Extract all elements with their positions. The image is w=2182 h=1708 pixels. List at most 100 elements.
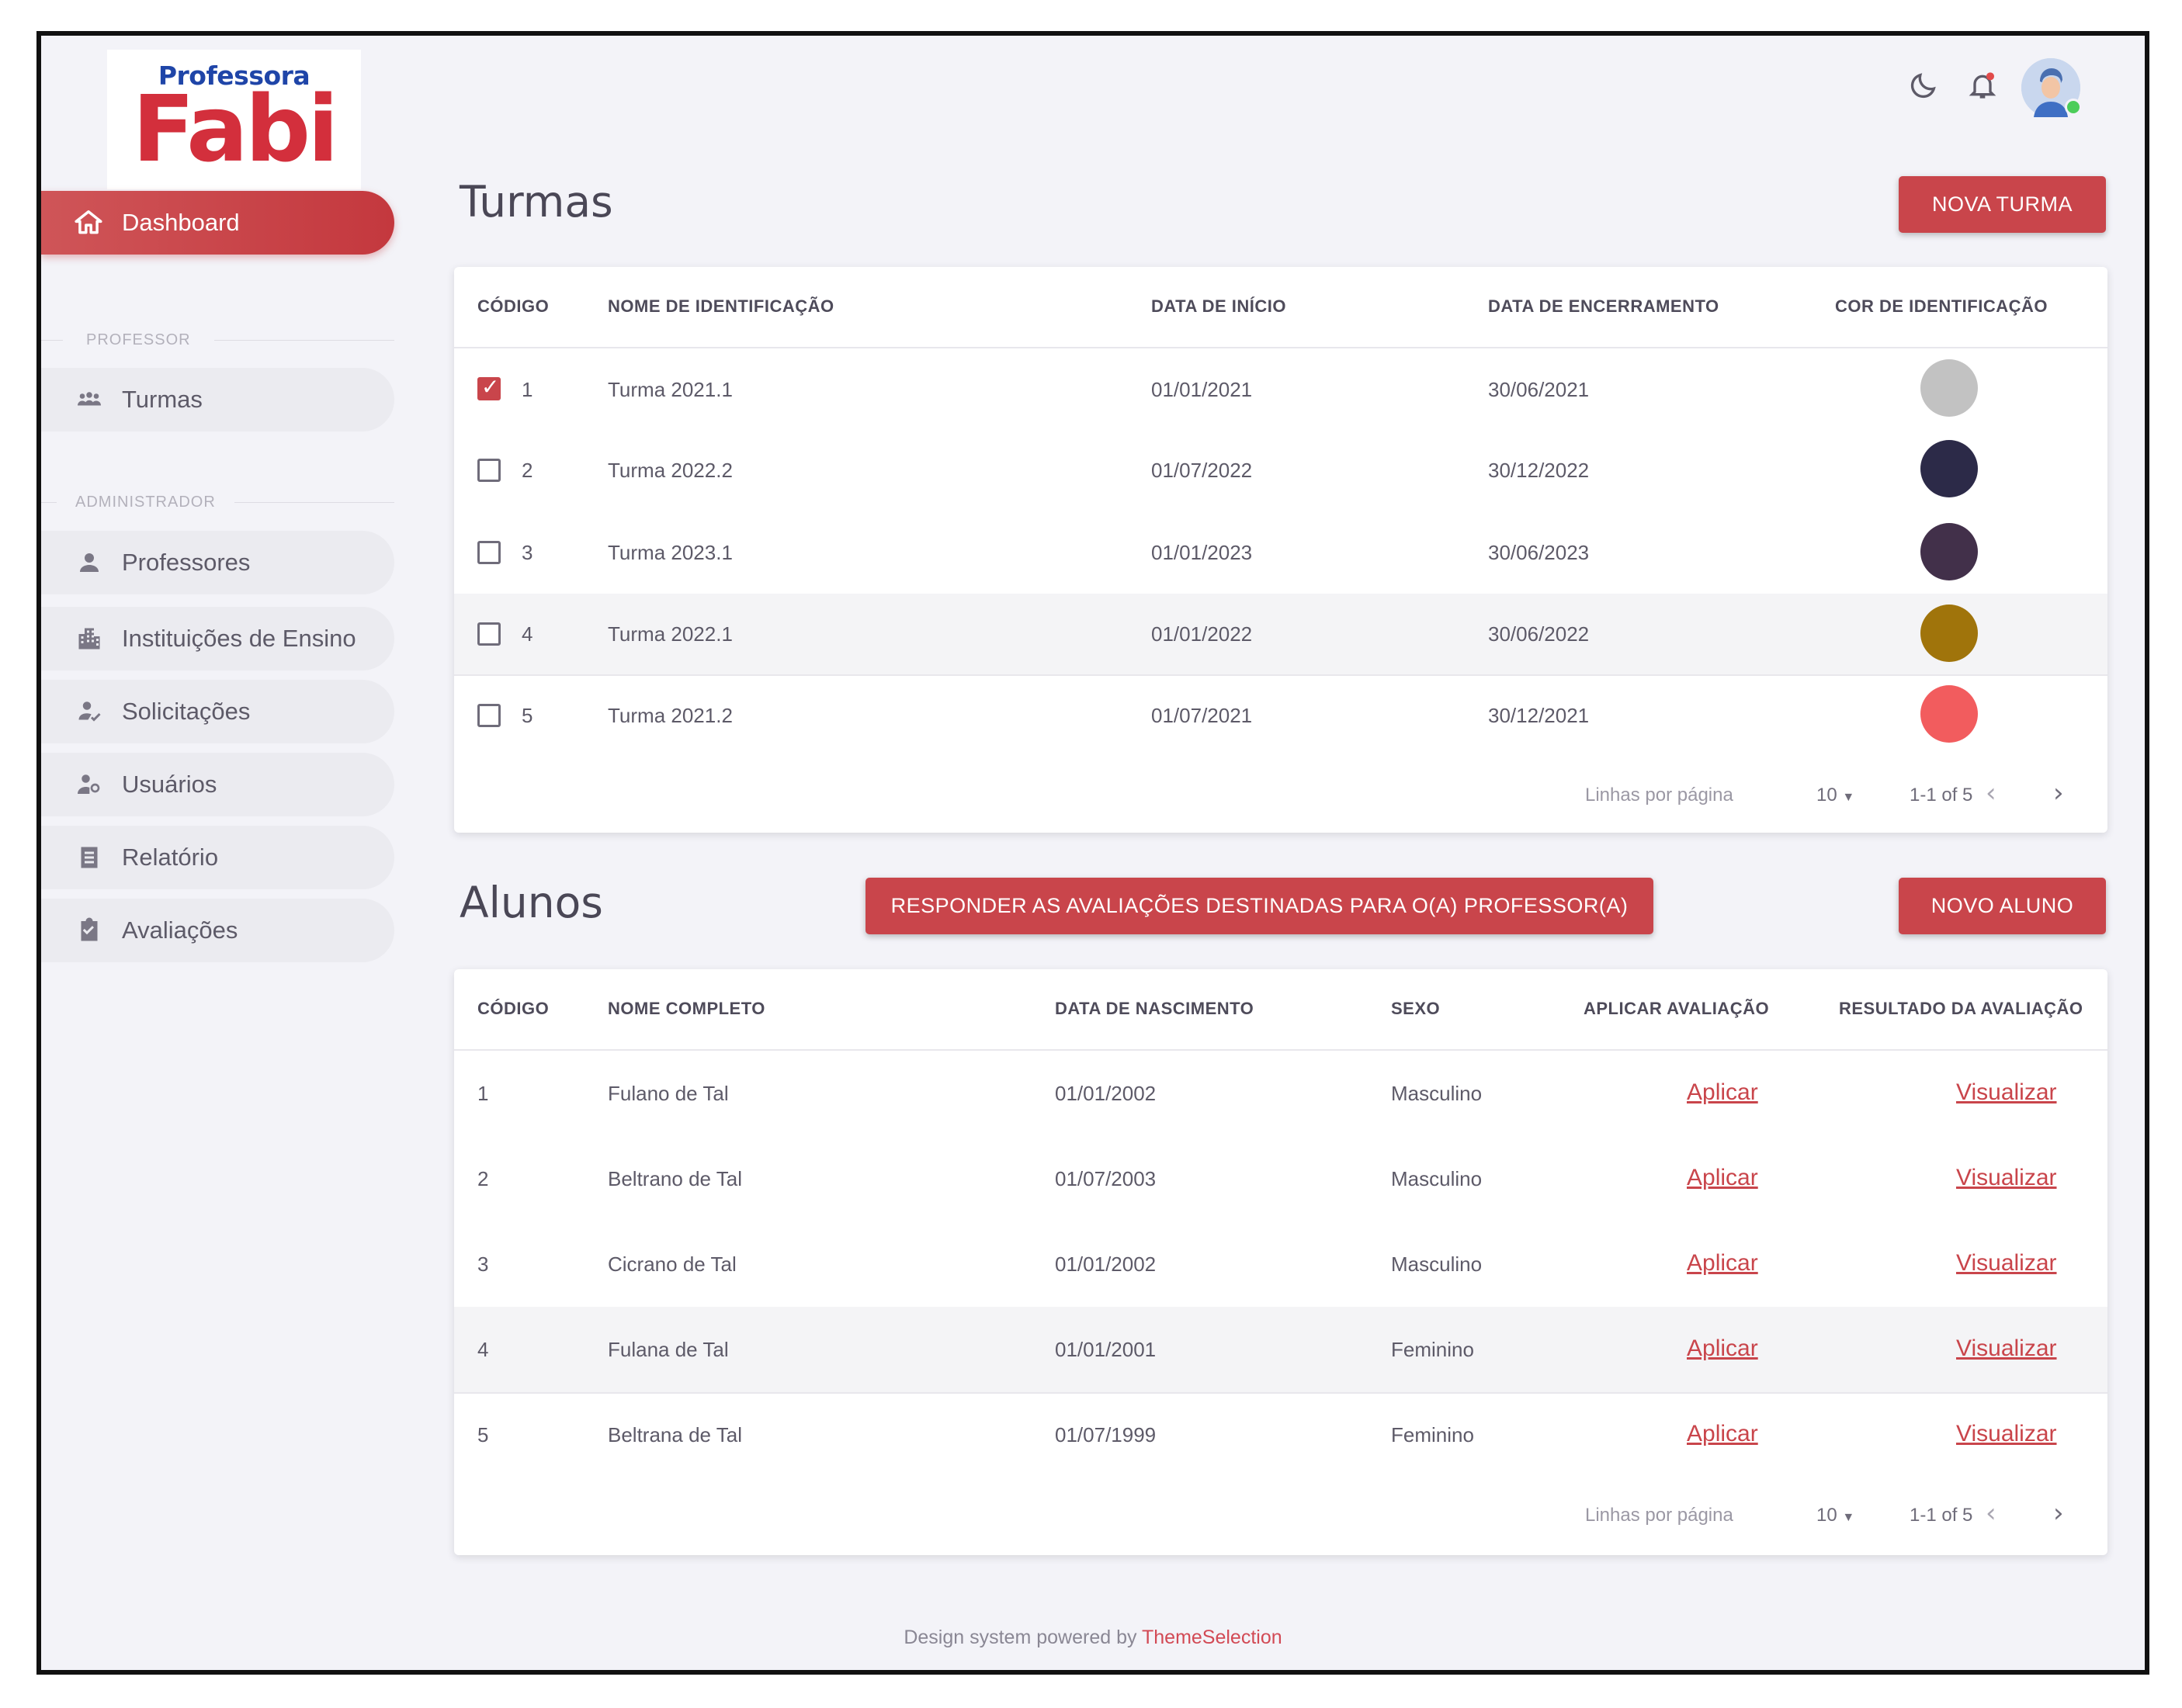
- aplicar-link[interactable]: Aplicar: [1687, 1165, 1758, 1191]
- notifications-button[interactable]: [1964, 67, 2001, 104]
- cell-name: Turma 2021.1: [608, 378, 733, 401]
- column-header[interactable]: CÓDIGO: [477, 999, 549, 1019]
- table-row[interactable]: 5 Turma 2021.2 01/07/2021 30/12/2021: [454, 676, 2107, 757]
- divider: [41, 501, 57, 503]
- sidebar-item-label: Solicitações: [122, 698, 251, 725]
- home-icon: [75, 210, 102, 234]
- divider: [213, 339, 394, 341]
- cell-code: 2: [477, 1167, 489, 1190]
- cell-end: 30/06/2023: [1488, 541, 1590, 564]
- row-checkbox[interactable]: [477, 704, 501, 727]
- cell-name: Beltrana de Tal: [608, 1423, 742, 1446]
- row-checkbox[interactable]: [477, 622, 501, 646]
- sidebar-item-solicitacoes[interactable]: Solicitações: [41, 680, 394, 743]
- person-check-icon: [74, 696, 105, 727]
- visualizar-link[interactable]: Visualizar: [1956, 1421, 2057, 1447]
- table-row[interactable]: 1 Fulano de Tal 01/01/2002 Masculino Apl…: [454, 1051, 2107, 1136]
- aplicar-link[interactable]: Aplicar: [1687, 1250, 1758, 1277]
- aplicar-link[interactable]: Aplicar: [1687, 1336, 1758, 1362]
- moon-icon: [1910, 73, 1936, 99]
- visualizar-link[interactable]: Visualizar: [1956, 1250, 2057, 1277]
- cell-birth: 01/01/2002: [1055, 1082, 1157, 1105]
- chevron-down-icon: ▼: [1842, 791, 1855, 804]
- sidebar-item-label: Usuários: [122, 771, 217, 798]
- column-header[interactable]: DATA DE NASCIMENTO: [1055, 999, 1254, 1019]
- cell-name: Beltrano de Tal: [608, 1167, 742, 1190]
- table-row[interactable]: 2 Turma 2022.2 01/07/2022 30/12/2022: [454, 429, 2107, 510]
- color-swatch: [1920, 685, 1978, 743]
- pagination-range: 1-1 of 5: [1910, 1505, 1973, 1526]
- alunos-table: CÓDIGO NOME COMPLETO DATA DE NASCIMENTO …: [454, 969, 2107, 1555]
- table-row[interactable]: 3 Turma 2023.1 01/01/2023 30/06/2023: [454, 510, 2107, 594]
- table-row[interactable]: 1 Turma 2021.1 01/01/2021 30/06/2021: [454, 348, 2107, 429]
- next-page-button[interactable]: ›: [2053, 1498, 2064, 1529]
- previous-page-button[interactable]: ‹: [1986, 778, 1996, 809]
- avatar[interactable]: [2021, 58, 2082, 117]
- rows-per-page-value: 10: [1816, 785, 1837, 805]
- divider: [234, 501, 394, 503]
- aplicar-link[interactable]: Aplicar: [1687, 1079, 1758, 1106]
- cell-sex: Masculino: [1391, 1252, 1483, 1276]
- cell-code: 2: [522, 459, 533, 482]
- sidebar-item-dashboard[interactable]: Dashboard: [41, 191, 394, 255]
- person-icon: [74, 547, 105, 578]
- column-header[interactable]: APLICAR AVALIAÇÃO: [1584, 999, 1769, 1019]
- column-header[interactable]: DATA DE ENCERRAMENTO: [1488, 296, 1719, 317]
- cell-birth: 01/07/1999: [1055, 1423, 1157, 1446]
- table-row[interactable]: 2 Beltrano de Tal 01/07/2003 Masculino A…: [454, 1136, 2107, 1221]
- sidebar-item-usuarios[interactable]: Usuários: [41, 753, 394, 816]
- footer-brand-link[interactable]: ThemeSelection: [1142, 1627, 1282, 1648]
- visualizar-link[interactable]: Visualizar: [1956, 1336, 2057, 1362]
- row-checkbox[interactable]: [477, 541, 501, 564]
- cell-name: Turma 2023.1: [608, 541, 733, 564]
- responder-avaliacoes-button[interactable]: RESPONDER AS AVALIAÇÕES DESTINADAS PARA …: [866, 878, 1653, 934]
- divider: [41, 339, 63, 341]
- cell-name: Fulana de Tal: [608, 1338, 729, 1361]
- novo-aluno-button[interactable]: NOVO ALUNO: [1899, 878, 2106, 934]
- sidebar-item-professores[interactable]: Professores: [41, 531, 394, 594]
- cell-start: 01/01/2021: [1151, 378, 1253, 401]
- row-checkbox[interactable]: [477, 374, 501, 400]
- next-page-button[interactable]: ›: [2053, 778, 2064, 809]
- sidebar-item-label: Relatório: [122, 844, 219, 871]
- sidebar-item-instituicoes[interactable]: Instituições de Ensino: [41, 607, 394, 670]
- table-row[interactable]: 4 Turma 2022.1 01/01/2022 30/06/2022: [454, 594, 2107, 674]
- sidebar-item-label: Avaliações: [122, 916, 238, 944]
- rows-per-page-label: Linhas por página: [1585, 1505, 1733, 1526]
- table-row[interactable]: 4 Fulana de Tal 01/01/2001 Feminino Apli…: [454, 1307, 2107, 1392]
- visualizar-link[interactable]: Visualizar: [1956, 1165, 2057, 1191]
- column-header[interactable]: NOME COMPLETO: [608, 999, 765, 1019]
- column-header[interactable]: RESULTADO DA AVALIAÇÃO: [1839, 999, 2083, 1019]
- rows-per-page-select[interactable]: 10 ▼: [1816, 785, 1854, 806]
- cell-code: 3: [477, 1252, 489, 1276]
- sidebar-item-avaliacoes[interactable]: Avaliações: [41, 899, 394, 962]
- row-checkbox[interactable]: [477, 459, 501, 482]
- rows-per-page-value: 10: [1816, 1505, 1837, 1526]
- cell-sex: Masculino: [1391, 1082, 1483, 1105]
- column-header[interactable]: NOME DE IDENTIFICAÇÃO: [608, 296, 834, 317]
- logo-line-2: Fabi: [132, 75, 338, 182]
- table-row[interactable]: 5 Beltrana de Tal 01/07/1999 Feminino Ap…: [454, 1394, 2107, 1479]
- column-header[interactable]: COR DE IDENTIFICAÇÃO: [1835, 296, 2048, 317]
- cell-start: 01/01/2022: [1151, 622, 1253, 646]
- aplicar-link[interactable]: Aplicar: [1687, 1421, 1758, 1447]
- rows-per-page-select[interactable]: 10 ▼: [1816, 1505, 1854, 1526]
- sidebar-item-turmas[interactable]: Turmas: [41, 368, 394, 431]
- dark-mode-toggle[interactable]: [1905, 67, 1942, 104]
- alunos-title: Alunos: [460, 878, 603, 927]
- column-header[interactable]: SEXO: [1391, 999, 1440, 1019]
- table-row[interactable]: 3 Cicrano de Tal 01/01/2002 Masculino Ap…: [454, 1221, 2107, 1307]
- color-swatch: [1920, 359, 1978, 417]
- previous-page-button[interactable]: ‹: [1986, 1498, 1996, 1529]
- column-header[interactable]: DATA DE INÍCIO: [1151, 296, 1286, 317]
- cell-code: 1: [477, 1082, 489, 1105]
- cell-code: 1: [522, 378, 533, 401]
- sidebar-item-relatorio[interactable]: Relatório: [41, 826, 394, 889]
- cell-birth: 01/07/2003: [1055, 1167, 1157, 1190]
- users-icon: [74, 769, 105, 800]
- cell-end: 30/06/2022: [1488, 622, 1590, 646]
- nova-turma-button[interactable]: NOVA TURMA: [1899, 176, 2106, 233]
- visualizar-link[interactable]: Visualizar: [1956, 1079, 2057, 1106]
- column-header[interactable]: CÓDIGO: [477, 296, 549, 317]
- cell-start: 01/07/2022: [1151, 459, 1253, 482]
